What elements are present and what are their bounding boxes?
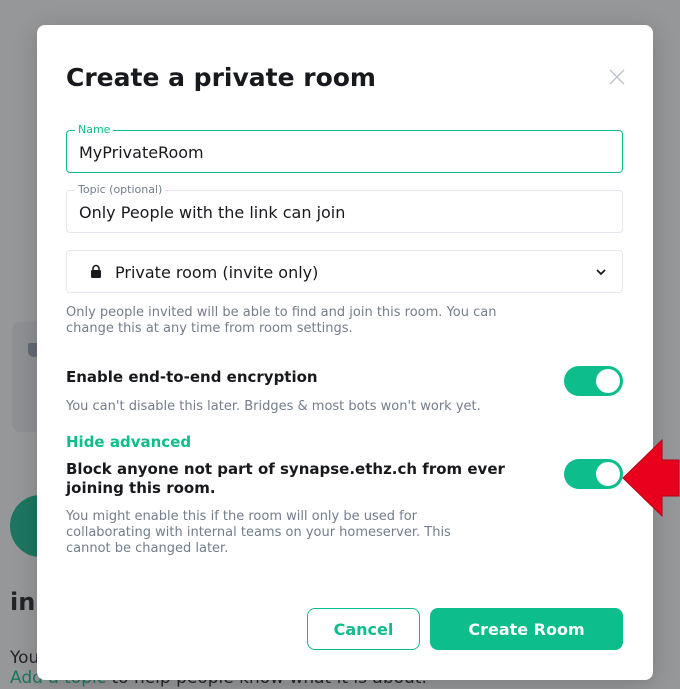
cancel-button[interactable]: Cancel <box>307 608 420 650</box>
name-field-value: MyPrivateRoom <box>79 143 204 162</box>
name-field[interactable]: Name MyPrivateRoom <box>66 123 623 173</box>
toggle-knob <box>596 369 620 393</box>
name-field-label: Name <box>75 123 114 137</box>
encryption-title: Enable end-to-end encryption <box>66 368 318 386</box>
visibility-selected: Private room (invite only) <box>115 263 319 282</box>
annotation-arrow-icon <box>622 438 680 518</box>
create-room-dialog: Create a private room Name MyPrivateRoom… <box>37 25 653 680</box>
visibility-dropdown[interactable]: Private room (invite only) <box>66 250 623 293</box>
topic-field-label: Topic (optional) <box>75 183 166 197</box>
toggle-knob <box>596 462 620 486</box>
topic-field-value: Only People with the link can join <box>79 203 346 222</box>
block-federation-title: Block anyone not part of synapse.ethz.ch… <box>66 460 505 497</box>
hide-advanced-link[interactable]: Hide advanced <box>66 433 191 451</box>
chevron-down-icon <box>596 269 606 276</box>
block-federation-toggle[interactable] <box>564 459 623 489</box>
lock-icon <box>91 264 101 278</box>
topic-field[interactable]: Topic (optional) Only People with the li… <box>66 183 623 233</box>
visibility-help-text: Only people invited will be able to find… <box>66 305 497 336</box>
create-room-button[interactable]: Create Room <box>430 608 623 650</box>
dialog-title: Create a private room <box>66 63 376 92</box>
block-federation-help-text: You might enable this if the room will o… <box>66 509 451 556</box>
encryption-toggle[interactable] <box>564 366 623 396</box>
close-icon[interactable] <box>607 67 627 87</box>
encryption-help-text: You can't disable this later. Bridges & … <box>66 399 481 414</box>
